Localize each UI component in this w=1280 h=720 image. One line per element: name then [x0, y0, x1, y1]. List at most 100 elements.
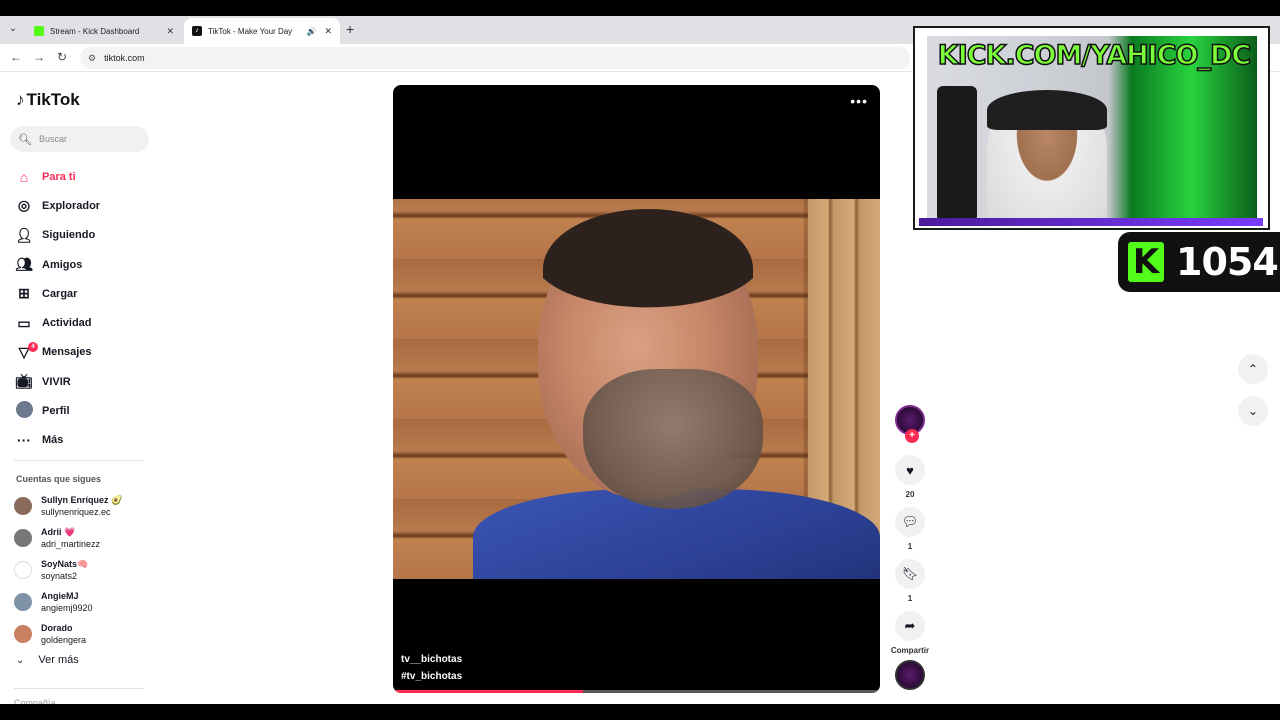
- account-name: Sullyn Enríquez 🥑: [41, 495, 123, 505]
- logo-text: TikTok: [26, 90, 80, 109]
- search-icon: 🔍︎: [18, 133, 32, 146]
- account-username: goldengera: [41, 635, 87, 645]
- tab-kick-dashboard[interactable]: Stream - Kick Dashboard ✕: [26, 18, 182, 44]
- account-name: Adrii 💗: [41, 527, 76, 537]
- screen-top-bar: [0, 0, 1280, 16]
- account-username: angiemj9920: [41, 603, 93, 613]
- tiktok-favicon-icon: ♪: [192, 26, 202, 36]
- screen-bottom-bar: [0, 704, 1280, 720]
- kick-logo-icon: K: [1128, 242, 1164, 282]
- close-icon[interactable]: ✕: [166, 26, 174, 37]
- upload-icon: ⊞: [18, 285, 30, 302]
- account-username: adri_martinezz: [41, 539, 101, 549]
- see-more-button[interactable]: ⌄ Ver más: [16, 654, 79, 666]
- kick-favicon-icon: [34, 26, 44, 36]
- account-name: AngieMJ: [41, 591, 79, 601]
- avatar: [14, 593, 32, 611]
- sidebar-menu: ⌂ Para ti ◎ Explorador 👤︎ Siguiendo 👥︎ A…: [14, 162, 164, 455]
- following-section-title: Cuentas que sigues: [16, 474, 102, 484]
- video-hashtag[interactable]: #tv_bichotas: [401, 671, 462, 682]
- chevron-down-icon: ⌄: [16, 654, 25, 666]
- sidebar-item-label: Perfil: [42, 405, 70, 418]
- music-disc-icon[interactable]: [895, 660, 925, 690]
- divider: [14, 460, 144, 461]
- comment-icon[interactable]: 💬︎: [895, 507, 925, 537]
- compass-icon: ◎: [17, 197, 31, 214]
- forward-arrow-icon[interactable]: →: [33, 50, 45, 64]
- webcam-frame-bar: [919, 218, 1263, 226]
- sidebar-item-cargar[interactable]: ⊞ Cargar: [14, 279, 164, 308]
- sidebar-item-siguiendo[interactable]: 👤︎ Siguiendo: [14, 221, 164, 250]
- more-options-icon[interactable]: •••: [850, 93, 868, 109]
- sidebar-item-label: Cargar: [42, 287, 78, 300]
- back-arrow-icon[interactable]: ←: [10, 50, 22, 64]
- url-text: tiktok.com: [104, 53, 145, 63]
- share-icon[interactable]: ➦: [895, 611, 925, 641]
- speaker-icon[interactable]: 🔊: [306, 27, 316, 36]
- sidebar-item-mas[interactable]: ··· Más: [14, 426, 164, 455]
- stream-banner: KICK.COM/YAHICO_DC: [937, 39, 1252, 72]
- site-settings-icon[interactable]: ⚙: [88, 53, 96, 64]
- like-heart-icon[interactable]: ♥: [895, 455, 925, 485]
- following-icon: 👤︎: [15, 226, 33, 243]
- sidebar-item-vivir[interactable]: 📺︎ VIVIR: [14, 367, 164, 396]
- sidebar-item-mensajes[interactable]: ▽ 4 Mensajes: [14, 338, 164, 367]
- following-list: Sullyn Enríquez 🥑 sullynenriquez.ec Adrii…: [14, 490, 164, 650]
- sidebar-item-label: Actividad: [42, 317, 92, 330]
- video-actions: + ♥ 20 💬︎ 1 🔖︎ 1 ➦ Compartir: [889, 405, 931, 690]
- avatar: [14, 497, 32, 515]
- sidebar-item-label: Siguiendo: [42, 229, 96, 242]
- url-field[interactable]: ⚙ tiktok.com: [80, 47, 910, 69]
- webcam-overlay: KICK.COM/YAHICO_DC: [913, 26, 1270, 230]
- account-name: Dorado: [41, 623, 73, 633]
- list-item[interactable]: AngieMJ angiemj9920: [14, 586, 164, 618]
- follow-plus-icon[interactable]: +: [905, 429, 919, 443]
- list-item[interactable]: Adrii 💗 adri_martinezz: [14, 522, 164, 554]
- account-username: sullynenriquez.ec: [41, 507, 111, 517]
- sidebar-item-actividad[interactable]: ▭ Actividad: [14, 308, 164, 337]
- sidebar-item-label: VIVIR: [42, 375, 71, 388]
- sidebar-item-label: Más: [42, 434, 64, 447]
- sidebar-item-label: Explorador: [42, 199, 101, 212]
- home-icon: ⌂: [19, 168, 29, 185]
- list-item[interactable]: Dorado goldengera: [14, 618, 164, 650]
- video-progress-bar[interactable]: [393, 690, 880, 693]
- avatar: [14, 625, 32, 643]
- comment-count: 1: [907, 542, 913, 551]
- more-icon: ···: [17, 432, 31, 449]
- sidebar-item-label: Amigos: [42, 258, 83, 271]
- video-player[interactable]: ••• tv__bichotas #tv_bichotas: [393, 85, 880, 693]
- see-more-label: Ver más: [38, 654, 79, 666]
- sidebar-item-label: Para ti: [42, 170, 76, 183]
- sidebar-item-perfil[interactable]: Perfil: [14, 396, 164, 425]
- creator-avatar[interactable]: +: [895, 405, 925, 443]
- reload-icon[interactable]: ↻: [57, 50, 67, 64]
- list-item[interactable]: SoyNats🧠 soynats2: [14, 554, 164, 586]
- divider: [14, 688, 144, 689]
- search-input[interactable]: [38, 134, 139, 144]
- tab-title: TikTok - Make Your Day: [208, 26, 293, 36]
- account-username: soynats2: [41, 571, 78, 581]
- friends-icon: 👥︎: [15, 256, 33, 273]
- sidebar-item-amigos[interactable]: 👥︎ Amigos: [14, 250, 164, 279]
- bookmark-icon[interactable]: 🔖︎: [895, 559, 925, 589]
- new-tab-plus-icon[interactable]: +: [346, 21, 354, 37]
- video-progress-fill: [393, 690, 583, 693]
- tiktok-logo[interactable]: ♪ TikTok: [16, 90, 80, 110]
- account-name: SoyNats🧠: [41, 559, 89, 569]
- viewer-count: 1054: [1176, 240, 1279, 284]
- list-item[interactable]: Sullyn Enríquez 🥑 sullynenriquez.ec: [14, 490, 164, 522]
- previous-video-chevron-up-icon[interactable]: ⌃: [1238, 354, 1268, 384]
- sidebar-item-para-ti[interactable]: ⌂ Para ti: [14, 162, 164, 191]
- like-count: 20: [905, 490, 915, 499]
- close-icon[interactable]: ✕: [324, 26, 332, 37]
- share-label: Compartir: [890, 646, 930, 655]
- tab-search-chevron-icon[interactable]: ⌄: [4, 20, 22, 38]
- search-box[interactable]: 🔍︎: [10, 126, 149, 152]
- sidebar-item-explorador[interactable]: ◎ Explorador: [14, 191, 164, 220]
- next-video-chevron-down-icon[interactable]: ⌄: [1238, 396, 1268, 426]
- video-author[interactable]: tv__bichotas: [401, 654, 462, 665]
- live-icon: 📺︎: [15, 373, 33, 390]
- tab-tiktok[interactable]: ♪ TikTok - Make Your Day 🔊 ✕: [184, 18, 340, 44]
- sidebar-item-label: Mensajes: [42, 346, 92, 359]
